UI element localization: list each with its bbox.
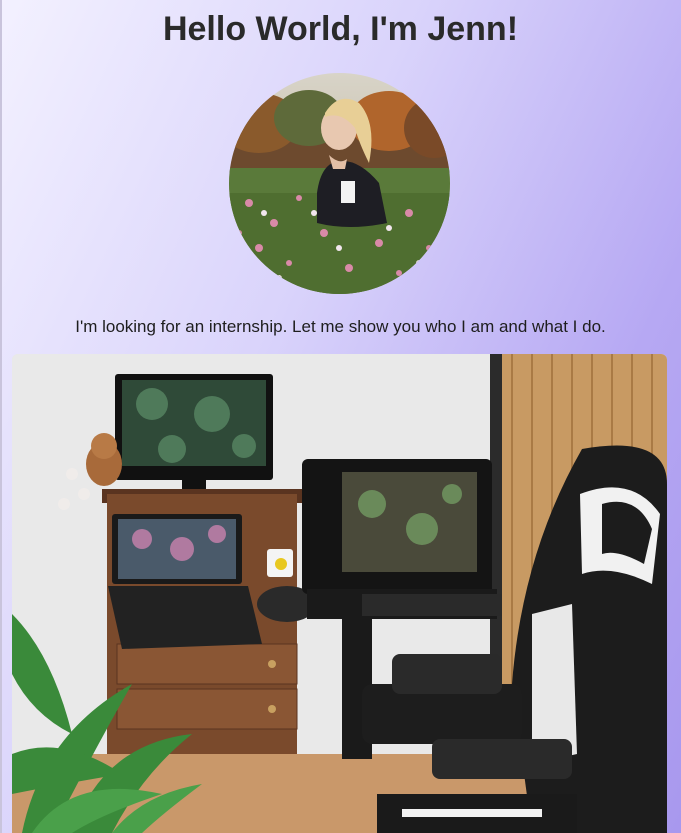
workspace-photo	[12, 354, 667, 833]
intro-tagline: I'm looking for an internship. Let me sh…	[75, 317, 606, 336]
page-title: Hello World, I'm Jenn!	[162, 10, 519, 48]
profile-photo	[229, 73, 450, 294]
window-edge	[0, 0, 2, 833]
